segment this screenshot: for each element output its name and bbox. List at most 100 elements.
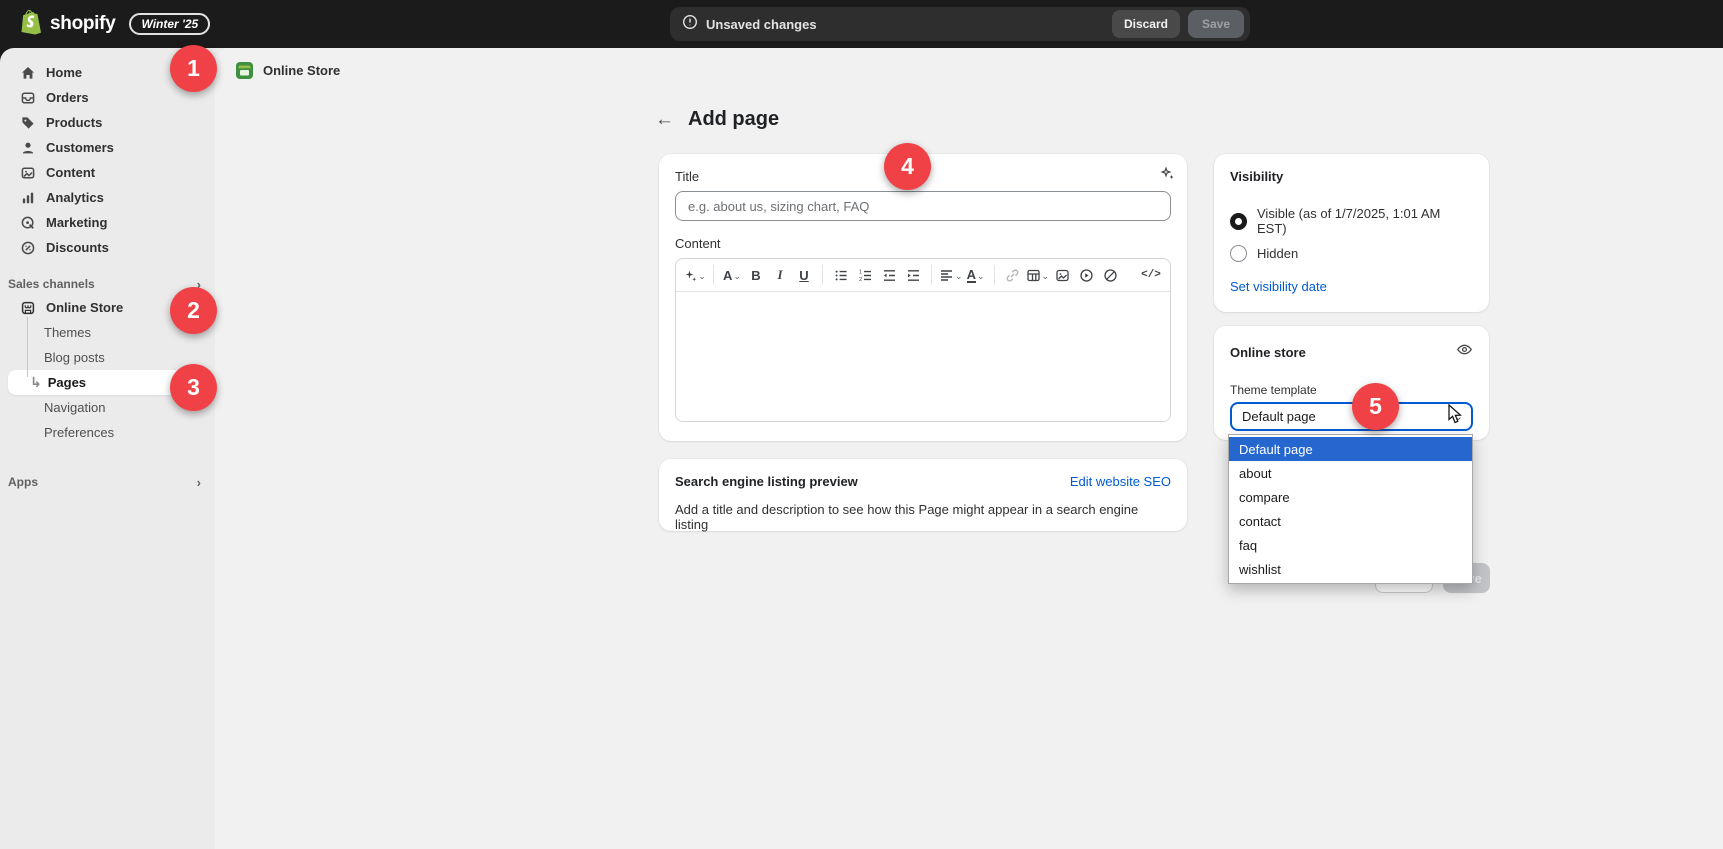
numbered-list-icon: 12 [858,268,873,283]
chevron-down-icon: ⌄ [733,271,741,282]
alignment-button[interactable]: ⌄ [939,263,963,287]
dropdown-option-about[interactable]: about [1229,461,1472,485]
bold-button[interactable]: B [745,263,767,287]
text-style-button[interactable]: A ⌄ [721,263,743,287]
dropdown-option-faq[interactable]: faq [1229,533,1472,557]
shopify-admin-add-page: shopify Winter '25 Unsaved changes Disca… [0,0,1723,849]
outdent-icon [882,268,897,283]
dropdown-option-compare[interactable]: compare [1229,485,1472,509]
chevron-right-icon: › [197,475,201,490]
insert-video-button[interactable] [1075,263,1097,287]
sidebar-item-customers[interactable]: Customers [0,135,215,160]
save-button-top[interactable]: Save [1188,10,1244,38]
code-view-button[interactable]: </> [1140,263,1162,287]
page-header: ← Add page [655,108,779,131]
table-button[interactable]: ⌄ [1026,263,1050,287]
sidebar-item-content[interactable]: Content [0,160,215,185]
sidebar: Home Orders Products Customers Content A… [0,48,215,849]
edit-website-seo-link[interactable]: Edit website SEO [1070,474,1171,489]
set-visibility-date-link[interactable]: Set visibility date [1230,279,1327,294]
link-icon [1005,268,1020,283]
tag-icon [20,115,36,131]
home-icon [20,65,36,81]
annotation-badge-5: 5 [1352,383,1399,430]
outdent-button[interactable] [878,263,900,287]
underline-button[interactable]: U [793,263,815,287]
bar-chart-icon [20,190,36,206]
sidebar-item-label: Content [46,165,95,180]
align-left-icon [939,268,954,283]
eye-icon[interactable] [1456,341,1473,363]
radio-selected-icon[interactable] [1230,213,1247,230]
annotation-badge-2: 2 [170,287,217,334]
online-store-heading: Online store [1230,345,1306,360]
tree-connector-line [27,317,28,377]
sidebar-item-label: Home [46,65,82,80]
shopify-wordmark: shopify [50,13,115,35]
visibility-card: Visibility Visible (as of 1/7/2025, 1:01… [1214,154,1489,312]
content-label: Content [675,236,1171,251]
target-icon [20,215,36,231]
sidebar-item-analytics[interactable]: Analytics [0,185,215,210]
svg-text:1: 1 [859,269,862,275]
sidebar-item-products[interactable]: Products [0,110,215,135]
online-store-green-icon [235,61,254,80]
magic-sparkle-icon[interactable] [1160,166,1175,186]
content-textarea[interactable] [676,292,1170,422]
table-icon [1026,268,1041,283]
sparkle-icon [684,269,697,282]
visible-radio-option[interactable]: Visible (as of 1/7/2025, 1:01 AM EST) [1230,206,1473,236]
numbered-list-button[interactable]: 12 [854,263,876,287]
dropdown-option-contact[interactable]: contact [1229,509,1472,533]
annotation-badge-3: 3 [170,364,217,411]
chevron-down-icon: ⌄ [977,271,985,282]
back-arrow-icon[interactable]: ← [655,109,674,131]
visible-option-label: Visible (as of 1/7/2025, 1:01 AM EST) [1257,206,1473,236]
store-header-title: Online Store [263,63,340,78]
text-color-button[interactable]: A ⌄ [965,263,987,287]
apps-header[interactable]: Apps › [0,471,215,493]
chevron-down-icon: ⌄ [1042,271,1050,282]
page-form-card: Title Content ⌄ A ⌄ B [659,154,1187,441]
hidden-radio-option[interactable]: Hidden [1230,245,1473,262]
italic-button[interactable]: I [769,263,791,287]
toolbar-divider [931,265,932,285]
radio-unselected-icon[interactable] [1230,245,1247,262]
insert-image-button[interactable] [1051,263,1073,287]
discard-button[interactable]: Discard [1112,10,1180,38]
page-title: Add page [688,108,779,131]
media-icon [20,165,36,181]
sidebar-item-label: Orders [46,90,89,105]
title-input[interactable] [675,191,1171,221]
sidebar-item-discounts[interactable]: Discounts [0,235,215,260]
mouse-cursor [1447,404,1465,429]
editor-toolbar: ⌄ A ⌄ B I U [676,259,1170,292]
sidebar-item-label: Customers [46,140,114,155]
sidebar-item-label: Marketing [46,215,107,230]
dropdown-option-wishlist[interactable]: wishlist [1229,557,1472,581]
seo-description: Add a title and description to see how t… [675,502,1171,532]
sidebar-item-preferences[interactable]: Preferences [0,420,215,445]
unsaved-message: Unsaved changes [706,17,817,32]
svg-text:2: 2 [859,277,862,283]
unsaved-changes-bar: Unsaved changes Discard Save [670,7,1250,41]
slash-circle-icon [1103,268,1118,283]
theme-template-label: Theme template [1230,383,1473,397]
dropdown-option-default-page[interactable]: Default page [1229,437,1472,461]
clear-formatting-button[interactable] [1099,263,1121,287]
sidebar-item-marketing[interactable]: Marketing [0,210,215,235]
rich-text-editor: ⌄ A ⌄ B I U [675,258,1171,422]
person-icon [20,140,36,156]
sidebar-item-label: Discounts [46,240,109,255]
ai-sparkle-button[interactable]: ⌄ [684,263,706,287]
seo-card: Search engine listing preview Edit websi… [659,459,1187,531]
apps-label: Apps [8,475,38,489]
shopify-logo[interactable]: shopify Winter '25 [0,9,210,40]
seo-heading: Search engine listing preview [675,474,858,489]
selected-template-value: Default page [1242,409,1316,424]
bulleted-list-button[interactable] [830,263,852,287]
indent-button[interactable] [902,263,924,287]
sales-channels-label: Sales channels [8,277,95,291]
link-button[interactable] [1002,263,1024,287]
chevron-down-icon: ⌄ [698,271,706,282]
